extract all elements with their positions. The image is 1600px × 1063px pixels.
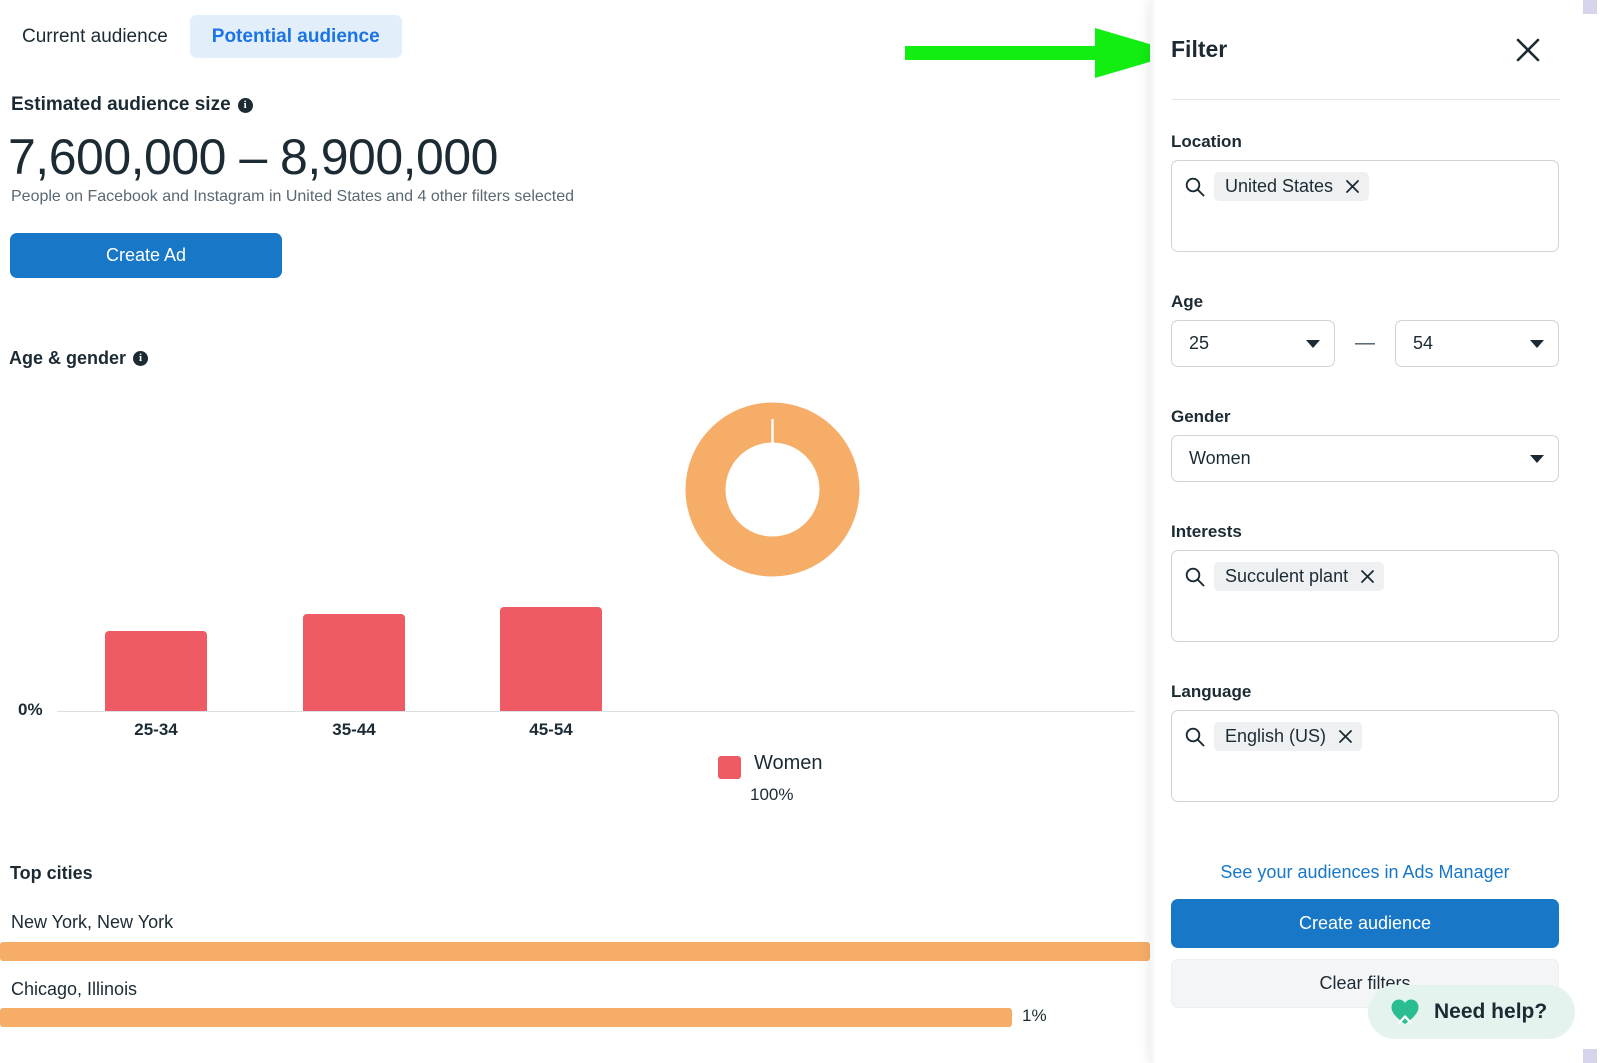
chevron-down-icon [1530,340,1544,348]
app-root: Current audience Potential audience Esti… [0,0,1600,1063]
audience-tabs: Current audience Potential audience [0,12,402,60]
city-name-0: New York, New York [11,912,173,933]
ads-manager-link[interactable]: See your audiences in Ads Manager [1171,862,1559,883]
chart-baseline [57,711,1135,712]
legend-label-women: Women [754,752,823,775]
tab-current-audience[interactable]: Current audience [0,15,190,58]
create-ad-button[interactable]: Create Ad [10,233,282,278]
age-gender-title-text: Age & gender [9,348,126,369]
legend-swatch-women [718,756,741,779]
interests-input[interactable]: Succulent plant [1171,550,1559,642]
age-max-select[interactable]: 54 [1395,320,1559,367]
age-min-select[interactable]: 25 [1171,320,1335,367]
heart-icon [1390,998,1420,1026]
language-label: Language [1171,682,1559,702]
search-icon [1184,566,1206,588]
language-input[interactable]: English (US) [1171,710,1559,802]
language-chip[interactable]: English (US) [1214,722,1362,751]
age-label: Age [1171,292,1559,312]
estimated-audience-size-value: 7,600,000 – 8,900,000 [8,128,498,186]
age-range-separator: — [1335,332,1395,355]
chart-legend: Women [718,752,823,779]
age-min-value: 25 [1189,333,1209,354]
remove-chip-icon[interactable] [1338,729,1353,744]
filter-field-gender: Gender Women [1171,407,1559,482]
city-name-1: Chicago, Illinois [11,979,137,1000]
location-label: Location [1171,132,1559,152]
city-value-1: 1% [1022,1006,1047,1026]
age-max-value: 54 [1413,333,1433,354]
filter-panel-header: Filter [1150,0,1600,100]
close-icon[interactable] [1510,32,1546,68]
scrollbar-thumb-top[interactable] [1583,0,1597,14]
location-chip[interactable]: United States [1214,172,1369,201]
estimated-audience-size-subtitle: People on Facebook and Instagram in Unit… [11,188,574,206]
info-icon[interactable]: i [238,98,253,113]
tab-potential-audience[interactable]: Potential audience [190,15,402,58]
age-gender-section-title: Age & gender i [9,348,148,369]
y-axis-tick-0: 0% [18,700,43,720]
remove-chip-icon[interactable] [1345,179,1360,194]
gender-label: Gender [1171,407,1559,427]
need-help-widget[interactable]: Need help? [1368,985,1575,1039]
filter-field-location: Location United States [1171,132,1559,252]
search-icon [1184,176,1206,198]
filter-field-interests: Interests Succulent plant [1171,522,1559,642]
gender-select[interactable]: Women [1171,435,1559,482]
chevron-down-icon [1306,340,1320,348]
gender-donut-chart [685,402,860,577]
filter-field-language: Language English (US) [1171,682,1559,802]
city-bar-1 [0,1008,1012,1027]
legend-value-women: 100% [750,785,793,805]
estimated-audience-size-label: Estimated audience size i [11,94,253,116]
gender-value: Women [1189,448,1251,469]
interests-label: Interests [1171,522,1559,542]
bar-35-44 [303,614,405,711]
age-gender-chart: 0% 25-34 35-44 45-54 [0,380,1150,740]
location-input[interactable]: United States [1171,160,1559,252]
x-axis-label-35-44: 35-44 [303,720,405,740]
remove-chip-icon[interactable] [1360,569,1375,584]
top-cities-title: Top cities [10,863,93,884]
city-bar-0 [0,942,1150,961]
x-axis-label-25-34: 25-34 [105,720,207,740]
interests-chip-label: Succulent plant [1225,566,1348,587]
x-axis-label-45-54: 45-54 [500,720,602,740]
scrollbar-thumb-bottom[interactable] [1583,1049,1597,1063]
search-icon [1184,726,1206,748]
location-chip-label: United States [1225,176,1333,197]
filter-panel: Filter Location United States [1150,0,1600,1063]
age-range-row: 25 — 54 [1171,320,1559,367]
bar-25-34 [105,631,207,711]
language-chip-label: English (US) [1225,726,1326,747]
info-icon[interactable]: i [133,351,148,366]
interests-chip[interactable]: Succulent plant [1214,562,1384,591]
header-divider [1172,99,1560,100]
audience-insights-main: Current audience Potential audience Esti… [0,0,1150,1063]
estimated-audience-size-text: Estimated audience size [11,94,231,116]
need-help-label: Need help? [1434,1000,1547,1024]
panel-edge-shadow [1150,0,1156,1063]
filter-panel-title: Filter [1171,36,1227,63]
bar-45-54 [500,607,602,711]
create-audience-button[interactable]: Create audience [1171,899,1559,948]
chevron-down-icon [1530,455,1544,463]
filter-field-age: Age 25 — 54 [1171,292,1559,367]
